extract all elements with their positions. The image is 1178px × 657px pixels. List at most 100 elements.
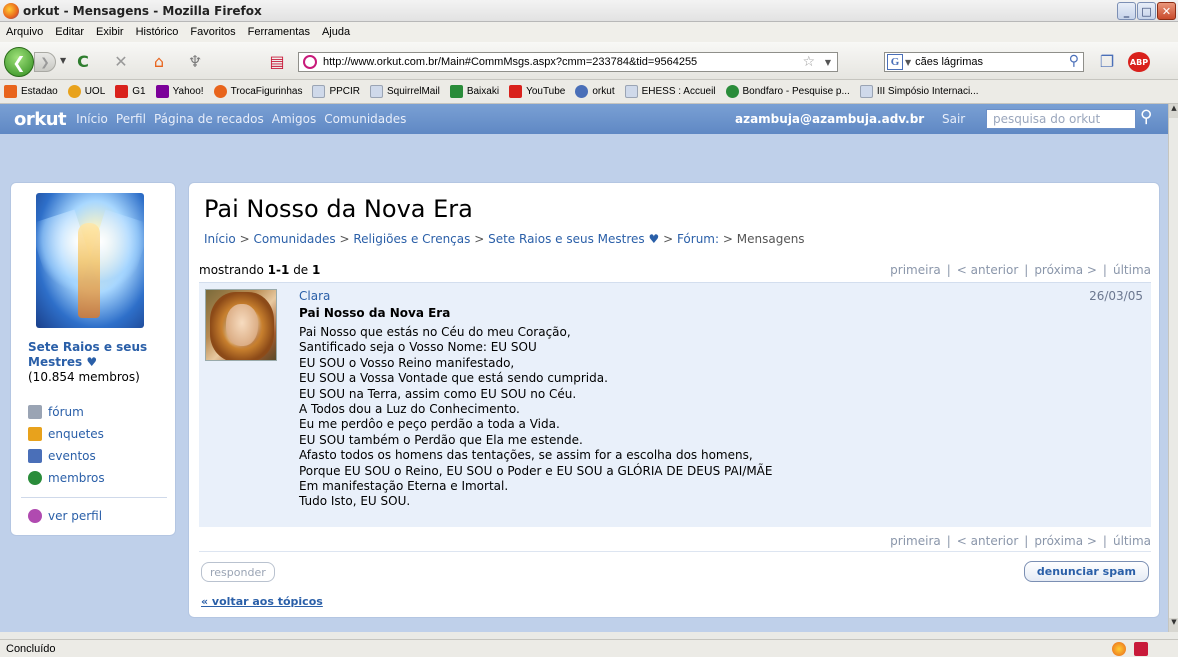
browser-search-box[interactable]: G ▼ cães lágrimas ⚲ [884, 52, 1084, 72]
sidebar-item-label: eventos [48, 449, 96, 463]
report-spam-button[interactable]: denunciar spam [1023, 561, 1149, 582]
pager-prev[interactable]: < anterior [957, 534, 1018, 548]
youtube-icon [509, 85, 523, 98]
scroll-up-icon[interactable]: ▲ [1169, 104, 1178, 118]
bookmark-squirrelmail[interactable]: SquirrelMail [370, 85, 440, 98]
bookmark-uol[interactable]: UOL [67, 85, 105, 98]
nav-recados[interactable]: Página de recados [154, 112, 264, 126]
pager-next[interactable]: próxima > [1034, 534, 1097, 548]
scroll-down-icon[interactable]: ▼ [1169, 618, 1178, 632]
menu-arquivo[interactable]: Arquivo [6, 26, 43, 38]
nav-comunidades[interactable]: Comunidades [324, 112, 406, 126]
search-icon[interactable]: ⚲ [1069, 53, 1079, 69]
bookmark-orkut[interactable]: orkut [575, 85, 615, 98]
address-bar[interactable]: http://www.orkut.com.br/Main#CommMsgs.as… [298, 52, 838, 72]
stop-icon[interactable]: ✕ [112, 54, 130, 70]
status-bar: Concluído [0, 639, 1178, 657]
menu-historico[interactable]: Histórico [136, 26, 179, 38]
pager-first[interactable]: primeira [890, 263, 941, 277]
orkut-search-input[interactable]: pesquisa do orkut [986, 109, 1136, 129]
user-email[interactable]: azambuja@azambuja.adv.br [735, 112, 924, 126]
vertical-scrollbar[interactable]: ▲ ▼ [1168, 104, 1178, 632]
tabs-icon[interactable]: ❐ [1098, 54, 1116, 70]
reply-button[interactable]: responder [201, 562, 275, 582]
community-name[interactable]: Sete Raios e seus Mestres ♥ [28, 340, 168, 370]
bookmark-icon [67, 85, 81, 98]
breadcrumb-inicio[interactable]: Início [204, 232, 236, 246]
menu-ferramentas[interactable]: Ferramentas [248, 26, 310, 38]
page-viewport: orkut Início Perfil Página de recados Am… [0, 104, 1168, 632]
breadcrumb-community[interactable]: Sete Raios e seus Mestres ♥ [488, 232, 659, 246]
close-button[interactable]: ✕ [1157, 2, 1176, 20]
pager-last[interactable]: última [1113, 534, 1151, 548]
print-status-icon[interactable] [1134, 642, 1148, 656]
addon-status-icon[interactable] [1112, 642, 1126, 656]
url-text[interactable]: http://www.orkut.com.br/Main#CommMsgs.as… [323, 56, 697, 68]
pager-last[interactable]: última [1113, 263, 1151, 277]
avatar-face-shape [226, 304, 258, 346]
pager-separator: | [1102, 263, 1107, 277]
breadcrumb-religioes[interactable]: Religiões e Crenças [353, 232, 470, 246]
extension-icon[interactable]: ♆ [186, 54, 204, 70]
bookmark-trocafigurinhas[interactable]: TrocaFigurinhas [213, 85, 302, 98]
back-button[interactable]: ❮ [4, 47, 34, 77]
back-to-topics-link[interactable]: « voltar aos tópicos [201, 595, 323, 608]
search-engine-icon[interactable]: G [887, 54, 903, 70]
breadcrumb-separator: > [239, 232, 254, 246]
message-author[interactable]: Clara [299, 289, 330, 303]
reload-icon[interactable]: C [74, 54, 92, 70]
bookmark-baixaki[interactable]: Baixaki [449, 85, 499, 98]
sidebar-item-enquetes[interactable]: enquetes [28, 427, 104, 441]
bookmark-star-icon[interactable]: ☆ [802, 54, 815, 70]
bookmark-estadao[interactable]: Estadao [4, 85, 58, 98]
adblock-icon[interactable]: ABP [1128, 52, 1150, 72]
sidebar-item-membros[interactable]: membros [28, 471, 105, 485]
message-body: Pai Nosso que estás no Céu do meu Coraçã… [299, 325, 773, 509]
bookmark-ppcir[interactable]: PPCIR [312, 85, 360, 98]
forward-button[interactable]: ❯ [34, 52, 56, 72]
search-icon[interactable]: ⚲ [1140, 107, 1152, 127]
view-profile-link[interactable]: ver perfil [28, 509, 102, 523]
horizontal-scrollbar[interactable] [0, 632, 1178, 639]
members-icon [28, 471, 42, 485]
nav-perfil[interactable]: Perfil [116, 112, 146, 126]
topic-panel: Pai Nosso da Nova Era Início > Comunidad… [188, 182, 1160, 618]
menu-exibir[interactable]: Exibir [96, 26, 124, 38]
bookmark-simposio[interactable]: III Simpósio Internaci... [859, 85, 979, 98]
pager-first[interactable]: primeira [890, 534, 941, 548]
menu-ajuda[interactable]: Ajuda [322, 26, 350, 38]
menu-favoritos[interactable]: Favoritos [190, 26, 235, 38]
results-count-range: 1-1 [267, 263, 290, 277]
avatar[interactable] [205, 289, 277, 361]
print-icon[interactable]: ▤ [268, 54, 286, 70]
browser-search-input[interactable]: cães lágrimas [915, 56, 983, 68]
sidebar-item-eventos[interactable]: eventos [28, 449, 96, 463]
orkut-logo[interactable]: orkut [14, 109, 67, 130]
logout-link[interactable]: Sair [942, 112, 965, 126]
nav-inicio[interactable]: Início [76, 112, 108, 126]
bookmark-ehess[interactable]: EHESS : Accueil [624, 85, 716, 98]
orkut-icon [575, 85, 589, 98]
nav-amigos[interactable]: Amigos [272, 112, 316, 126]
pager-next[interactable]: próxima > [1034, 263, 1097, 277]
bookmark-bondfaro[interactable]: Bondfaro - Pesquise p... [725, 85, 850, 98]
bookmark-youtube[interactable]: YouTube [509, 85, 565, 98]
bookmark-yahoo[interactable]: Yahoo! [155, 85, 204, 98]
url-dropdown-icon[interactable]: ▼ [825, 58, 831, 67]
profile-icon [28, 509, 42, 523]
minimize-button[interactable]: _ [1117, 2, 1136, 20]
breadcrumb-forum[interactable]: Fórum: [677, 232, 719, 246]
bookmark-g1[interactable]: G1 [115, 85, 146, 98]
home-icon[interactable]: ⌂ [150, 54, 168, 70]
search-engine-dropdown-icon[interactable]: ▼ [905, 58, 911, 67]
page-icon [859, 85, 873, 98]
window-title: orkut - Mensagens - Mozilla Firefox [23, 3, 262, 18]
sidebar-item-forum[interactable]: fórum [28, 405, 84, 419]
menu-editar[interactable]: Editar [55, 26, 84, 38]
pager-prev[interactable]: < anterior [957, 263, 1018, 277]
history-dropdown-icon[interactable]: ▼ [60, 56, 66, 65]
breadcrumb-separator: > [474, 232, 489, 246]
maximize-button[interactable]: □ [1137, 2, 1156, 20]
breadcrumb-comunidades[interactable]: Comunidades [253, 232, 335, 246]
community-image[interactable] [36, 193, 144, 328]
